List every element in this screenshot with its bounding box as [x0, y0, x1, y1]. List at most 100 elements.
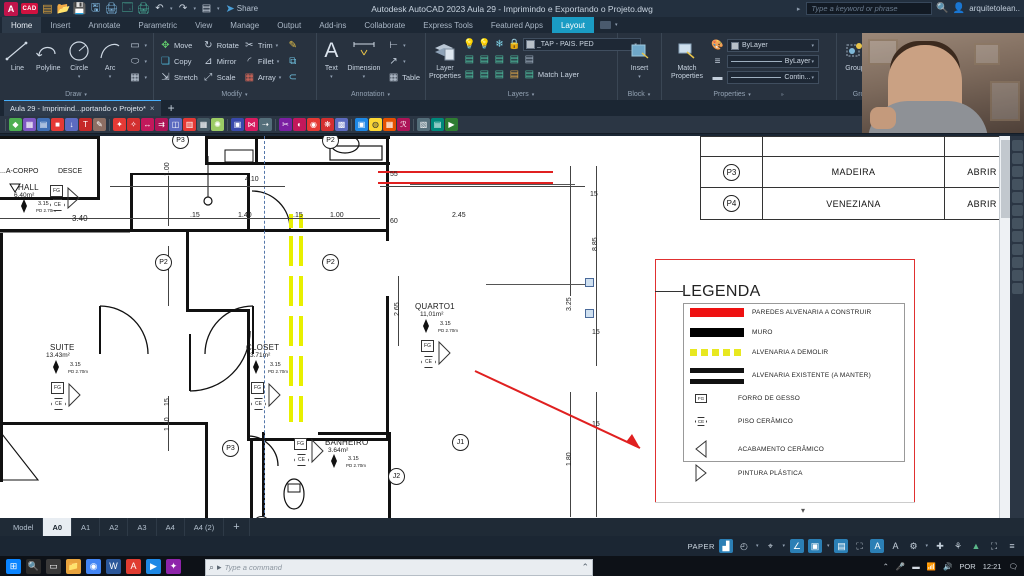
tool-leader[interactable]: ⊢ ▾ [385, 38, 422, 53]
plugin-icon-10[interactable]: ↔ [141, 118, 154, 131]
leader-dropdown-icon[interactable]: ▾ [402, 43, 407, 49]
panel-annotation-expand-icon[interactable]: ▾ [386, 92, 391, 98]
ellipse-dropdown-icon[interactable]: ▾ [144, 59, 149, 65]
dock-icon-8[interactable] [1011, 231, 1023, 242]
tool-polyline[interactable]: Polyline [34, 36, 63, 73]
photos-icon[interactable]: ✦ [166, 558, 181, 574]
tab-parametric[interactable]: Parametric [129, 17, 186, 33]
grip-point[interactable] [585, 278, 594, 287]
layout-tab-a4[interactable]: A4 [157, 518, 185, 536]
lightbulb-on-icon[interactable]: 💡 [463, 38, 476, 51]
close-icon[interactable]: × [150, 104, 155, 113]
color-dropdown-icon[interactable]: ▾ [810, 43, 815, 49]
lineweight-dropdown-icon[interactable]: ▾ [810, 75, 815, 81]
plugin-icon-25[interactable]: ◍ [369, 118, 382, 131]
document-tab-active[interactable]: Aula 29 - Imprimind...portando o Projeto… [4, 100, 161, 116]
tool-rectangle[interactable]: ▭ ▾ [127, 38, 151, 53]
plugin-icon-26[interactable]: ▦ [383, 118, 396, 131]
tool-insert-block[interactable]: Insert ▾ [624, 36, 656, 80]
avatar[interactable]: 👤 [953, 3, 965, 14]
vertical-scrollbar[interactable] [999, 136, 1010, 518]
layer-isolate-icon[interactable]: ▤ [463, 53, 476, 66]
tool-trim[interactable]: ✂ Trim ▾ [241, 38, 284, 53]
dock-icon-9[interactable] [1011, 244, 1023, 255]
customize-icon[interactable]: ✚ [933, 539, 947, 553]
lightbulb-off-icon[interactable]: 💡 [478, 38, 491, 51]
plugin-icon-24[interactable]: ▣ [355, 118, 368, 131]
plugin-icon-6[interactable]: T [79, 118, 92, 131]
grip-point[interactable] [585, 309, 594, 318]
isolate-icon[interactable]: ▲ [969, 539, 983, 553]
tray-expand-icon[interactable]: ⌃ [883, 562, 889, 571]
fullscreen-icon[interactable]: ⛶ [987, 539, 1001, 553]
linetype-icon[interactable]: ≡ [711, 55, 724, 68]
dock-icon-7[interactable] [1011, 218, 1023, 229]
transparency-icon[interactable]: ▤ [834, 539, 849, 553]
plugin-icon-2[interactable]: ▦ [23, 118, 36, 131]
command-history-icon[interactable]: ⌃ [581, 562, 589, 573]
plugin-icon-9[interactable]: ✧ [127, 118, 140, 131]
plugin-icon-21[interactable]: ◉ [307, 118, 320, 131]
redo-dropdown-icon[interactable]: ▾ [193, 6, 198, 12]
osnap-dropdown-icon[interactable]: ▾ [755, 543, 760, 549]
tool-move[interactable]: ✥ Move [157, 38, 200, 53]
dock-icon-11[interactable] [1011, 270, 1023, 281]
explorer-icon[interactable]: 📁 [66, 558, 81, 574]
undo-dropdown-icon[interactable]: ▾ [169, 6, 174, 12]
panel-layers-expand-icon[interactable]: ▾ [531, 92, 536, 98]
tool-stretch[interactable]: ⇲ Stretch [157, 70, 200, 85]
layer-lock-icon[interactable]: ▤ [493, 68, 506, 81]
tool-layer-properties[interactable]: Layer Properties [429, 36, 461, 81]
layout-tab-a2[interactable]: A2 [100, 518, 129, 536]
dimension-dropdown-icon[interactable]: ▾ [362, 74, 367, 80]
plugin-icon-14[interactable]: ▦ [197, 118, 210, 131]
tool-array[interactable]: ▦ Array ▾ [241, 70, 284, 85]
save-icon[interactable]: 💾 [73, 2, 87, 15]
panel-modify-expand-icon[interactable]: ▾ [244, 92, 249, 98]
qat-more-icon[interactable]: ▤ [200, 2, 213, 15]
plugin-icon-28[interactable]: ▧ [417, 118, 430, 131]
clock-label[interactable]: 12:21 [983, 562, 1002, 571]
layer-merge-icon[interactable]: ▤ [523, 53, 536, 66]
tool-dimension[interactable]: Dimension ▾ [345, 36, 383, 80]
tool-erase[interactable]: ✎ [284, 38, 301, 53]
plugin-icon-23[interactable]: ▩ [335, 118, 348, 131]
array-dropdown-icon[interactable]: ▾ [278, 75, 283, 81]
polar-dropdown-icon[interactable]: ▾ [781, 543, 786, 549]
workspace-icon[interactable] [600, 21, 611, 29]
plugin-icon-12[interactable]: ◫ [169, 118, 182, 131]
tool-offset[interactable]: ⊂ [284, 70, 301, 85]
tab-view[interactable]: View [186, 17, 221, 33]
autoscale-icon[interactable]: A [888, 539, 902, 553]
layout-tab-model[interactable]: Model [4, 518, 44, 536]
plugin-icon-18[interactable]: ⇢ [259, 118, 272, 131]
tool-multileader[interactable]: ↗ ▾ [385, 54, 422, 69]
drawing-canvas[interactable]: 4.10 3.40 .15 1.40 .15 1.00 2.45 55 15 6… [0, 136, 1024, 518]
new-icon[interactable]: ▤ [41, 2, 54, 15]
undo-icon[interactable]: ↶ [153, 2, 166, 15]
plugin-icon-15[interactable]: ✺ [211, 118, 224, 131]
color-dropdown[interactable]: ByLayer ▾ [727, 39, 819, 52]
autocad-logo-icon[interactable]: CAD [21, 3, 38, 14]
tool-scale[interactable]: ⤢ Scale [200, 70, 241, 85]
tool-explode[interactable]: ⧉ [284, 54, 301, 69]
mic-icon[interactable]: 🎤 [896, 562, 905, 571]
open-icon[interactable]: 📂 [57, 2, 71, 15]
linetype-dropdown-icon[interactable]: ▾ [810, 59, 815, 65]
trim-dropdown-icon[interactable]: ▾ [275, 43, 280, 49]
add-layout-button[interactable]: + [224, 518, 250, 536]
annotation-scale-icon[interactable]: ⛶ [852, 539, 866, 553]
search-icon[interactable]: 🔍 [26, 558, 41, 574]
tool-line[interactable]: Line [3, 36, 32, 73]
workspace-dropdown-icon[interactable]: ▾ [924, 543, 929, 549]
polar-icon[interactable]: ⌖ [763, 539, 777, 553]
print-preview-icon[interactable]: 🗔 [121, 2, 134, 15]
search-expand-icon[interactable]: ▸ [797, 5, 801, 13]
viewport-icon[interactable]: ▟ [718, 539, 733, 553]
plugin-icon-29[interactable]: ▤ [431, 118, 444, 131]
plugin-icon-11[interactable]: ⇉ [155, 118, 168, 131]
freeze-icon[interactable]: ❄ [493, 38, 506, 51]
properties-dialog-launcher-icon[interactable]: » [780, 92, 785, 98]
menu-icon[interactable]: ≡ [1005, 539, 1019, 553]
media-icon[interactable]: ▶ [146, 558, 161, 574]
